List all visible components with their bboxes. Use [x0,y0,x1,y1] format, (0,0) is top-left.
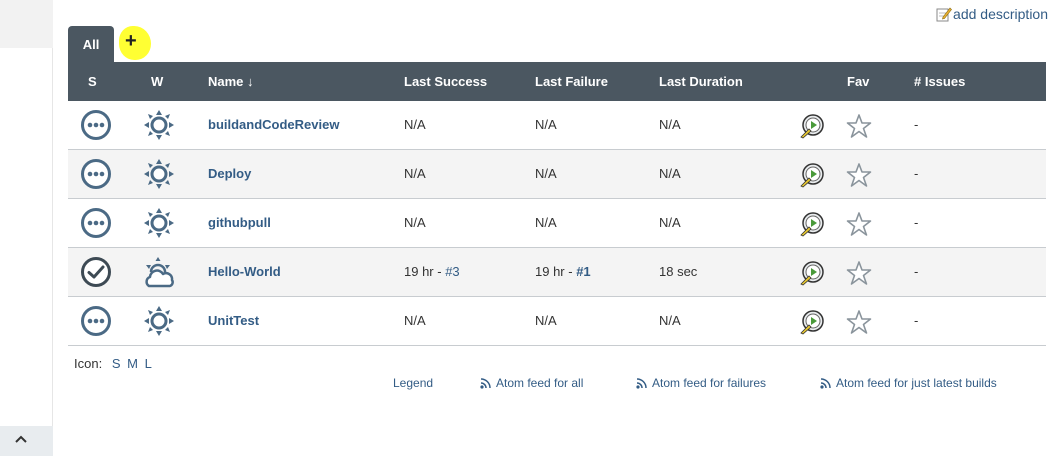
last-duration-value: N/A [659,117,681,132]
collapse-panel-button[interactable] [0,426,53,456]
last-success-time: 19 hr - [404,264,446,279]
last-success-value: N/A [404,313,426,328]
add-description-link[interactable]: add description [936,6,1048,22]
add-description-label: add description [953,6,1048,22]
last-success-build-link[interactable]: #3 [445,264,459,279]
issues-value: - [914,313,919,328]
last-duration-value: N/A [659,313,681,328]
column-header-last-success[interactable]: Last Success [404,74,487,89]
icon-size-small[interactable]: S [112,356,121,371]
schedule-build-icon[interactable] [799,211,825,242]
legend-link[interactable]: Legend [393,376,433,390]
column-header-issues[interactable]: # Issues [914,74,965,89]
job-link[interactable]: buildandCodeReview [208,117,339,132]
rss-icon [820,377,831,389]
column-header-name[interactable]: Name ↓ [208,74,254,89]
atom-feed-failures-link[interactable]: Atom feed for failures [636,376,766,390]
atom-feed-latest-link[interactable]: Atom feed for just latest builds [820,376,997,390]
edit-note-icon [936,7,952,22]
last-duration-value: 18 sec [659,264,698,279]
table-header: S W Name ↓ Last Success Last Failure Las… [68,62,1046,101]
sun-weather-icon [143,207,175,244]
schedule-build-icon[interactable] [799,162,825,193]
table-row: buildandCodeReview N/A N/A N/A - [68,101,1046,150]
star-icon[interactable] [846,113,872,144]
check-circle-icon [80,256,112,293]
last-success-value: N/A [404,117,426,132]
schedule-build-icon[interactable] [799,113,825,144]
last-failure-value: N/A [535,313,557,328]
add-view-label: + [125,30,137,52]
atom-feed-failures-label: Atom feed for failures [652,376,767,390]
last-success-value: N/A [404,215,426,230]
last-failure-value: N/A [535,117,557,132]
pending-circle-icon [80,207,112,244]
issues-value: - [914,215,919,230]
icon-size-label: Icon: [74,356,103,371]
last-failure-value: N/A [535,215,557,230]
atom-feed-all-link[interactable]: Atom feed for all [480,376,583,390]
sun-weather-icon [143,158,175,195]
rss-icon [636,377,647,389]
last-failure-time: 19 hr - [535,264,577,279]
tab-all[interactable]: All [68,26,114,62]
issues-value: - [914,264,919,279]
column-header-status[interactable]: S [88,74,97,89]
partly-cloudy-weather-icon [143,256,177,295]
side-panel-top [0,0,53,48]
last-success-value: 19 hr - #3 [404,264,460,279]
last-duration-value: N/A [659,166,681,181]
side-panel [0,0,53,456]
issues-value: - [914,117,919,132]
sun-weather-icon [143,109,175,146]
issues-value: - [914,166,919,181]
last-success-value: N/A [404,166,426,181]
last-failure-value: N/A [535,166,557,181]
star-icon[interactable] [846,309,872,340]
last-duration-value: N/A [659,215,681,230]
pending-circle-icon [80,305,112,342]
column-header-fav[interactable]: Fav [847,74,869,89]
table-row: Deploy N/A N/A N/A - [68,150,1046,199]
chevron-up-icon [14,432,28,451]
add-view-tab[interactable]: + [117,26,153,62]
last-failure-build-link[interactable]: #1 [576,264,590,279]
icon-size-large[interactable]: L [145,356,152,371]
job-link[interactable]: UnitTest [208,313,259,328]
icon-size-medium[interactable]: M [127,356,138,371]
schedule-build-icon[interactable] [799,309,825,340]
last-failure-value: 19 hr - #1 [535,264,591,279]
job-link[interactable]: Deploy [208,166,251,181]
star-icon[interactable] [846,260,872,291]
atom-feed-all-label: Atom feed for all [496,376,584,390]
star-icon[interactable] [846,162,872,193]
table-row: UnitTest N/A N/A N/A - [68,297,1046,346]
legend-label: Legend [393,376,434,390]
pending-circle-icon [80,109,112,146]
tab-all-label: All [82,36,100,52]
schedule-build-icon[interactable] [799,260,825,291]
atom-feed-latest-label: Atom feed for just latest builds [836,376,997,390]
job-link[interactable]: githubpull [208,215,271,230]
column-header-last-duration[interactable]: Last Duration [659,74,743,89]
sun-weather-icon [143,305,175,342]
table-row: Hello-World 19 hr - #3 19 hr - #1 18 sec… [68,248,1046,297]
job-link[interactable]: Hello-World [208,264,281,279]
column-header-weather[interactable]: W [151,74,163,89]
pending-circle-icon [80,158,112,195]
column-header-last-failure[interactable]: Last Failure [535,74,608,89]
rss-icon [480,377,491,389]
table-row: githubpull N/A N/A N/A - [68,199,1046,248]
star-icon[interactable] [846,211,872,242]
icon-size-selector: Icon: S M L [74,356,152,371]
